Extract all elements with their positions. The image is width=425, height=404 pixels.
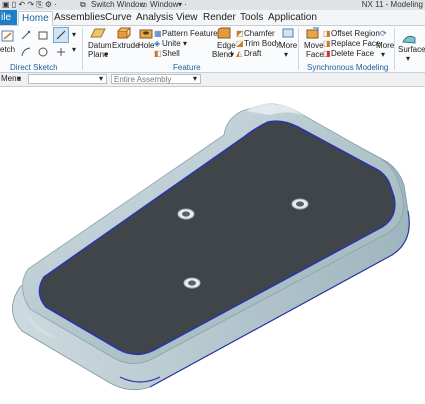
rectangle-tool-icon[interactable] (37, 29, 49, 41)
tab-render[interactable]: Render (203, 11, 236, 25)
shell-icon[interactable]: ◧ (154, 49, 162, 59)
dropdown-arrow-icon[interactable]: ▾ (230, 50, 234, 60)
hole-feature[interactable] (183, 277, 201, 289)
extrude-icon[interactable] (115, 27, 131, 39)
chevron-down-icon[interactable]: ▾ (284, 50, 288, 60)
pattern-feature-icon[interactable]: ▦ (154, 29, 162, 39)
ribbon-tabs: ile Home Assemblies Curve Analysis View … (0, 10, 425, 26)
datum-plane-icon[interactable] (90, 27, 106, 39)
unite-button[interactable]: Unite (162, 39, 181, 49)
divider (394, 28, 395, 70)
offset-region-icon[interactable]: ◨ (323, 29, 331, 39)
tab-assemblies[interactable]: Assemblies (54, 11, 105, 25)
unite-icon[interactable]: ◈ (154, 39, 160, 49)
hole-button[interactable]: Hole (138, 41, 154, 51)
tab-tools[interactable]: Tools (240, 11, 263, 25)
chevron-down-icon[interactable]: ▾ (17, 74, 21, 84)
tab-home[interactable]: Home (18, 11, 53, 26)
extrude-button[interactable]: Extrude (112, 41, 140, 51)
draft-button[interactable]: Draft (244, 49, 261, 59)
delete-face-button[interactable]: Delete Face (331, 49, 374, 59)
group-direct-sketch: Direct Sketch (10, 63, 58, 72)
point-tool-icon[interactable] (55, 46, 67, 58)
line-tool-icon[interactable] (20, 29, 32, 41)
selection-scope-dropdown[interactable]: Entire Assembly (111, 74, 201, 84)
shell-button[interactable]: Shell (162, 49, 180, 59)
surface-icon[interactable] (402, 32, 416, 44)
trim-body-button[interactable]: Trim Body (244, 39, 280, 49)
chevron-down-icon[interactable]: ▾ (183, 39, 187, 49)
chamfer-button[interactable]: Chamfer (244, 29, 275, 39)
switch-window-button[interactable]: Switch Window (91, 0, 145, 10)
more-button[interactable]: More (279, 41, 297, 51)
dropdown-arrow-icon[interactable]: ▾ (72, 30, 76, 40)
switch-window-icon[interactable]: ⧉ (80, 0, 86, 10)
selection-bar: Menu ▾ ▾ Entire Assembly ▾ (0, 73, 425, 87)
divider (82, 28, 83, 70)
circle-tool-icon[interactable] (37, 46, 49, 58)
chevron-down-icon[interactable]: ▾ (99, 74, 103, 84)
window-icon[interactable]: ▭ (140, 0, 148, 10)
window-title: NX 11 - Modeling (361, 0, 423, 9)
refresh-icon[interactable]: ⟳ (380, 29, 387, 39)
window-menu[interactable]: Window (150, 0, 178, 10)
offset-region-button[interactable]: Offset Region (331, 29, 380, 39)
move-face-label-2[interactable]: Face (306, 50, 324, 60)
sketch-button[interactable]: etch (0, 45, 15, 55)
chamfer-icon[interactable]: ◩ (236, 29, 244, 39)
surface-button[interactable]: Surface (398, 45, 425, 55)
chevron-down-icon[interactable]: ▾ (406, 54, 410, 64)
tab-application[interactable]: Application (268, 11, 317, 25)
group-feature: Feature (173, 63, 201, 72)
more-icon[interactable] (282, 27, 294, 39)
move-face-icon[interactable] (306, 27, 320, 39)
polyline-tool-icon (56, 30, 66, 40)
hole-feature[interactable] (177, 208, 195, 220)
delete-face-icon[interactable]: ◨ (323, 49, 331, 59)
tab-view[interactable]: View (176, 11, 198, 25)
tab-curve[interactable]: Curve (105, 11, 132, 25)
chevron-down-icon[interactable]: ▾ · (178, 0, 187, 10)
hole-icon[interactable] (139, 27, 153, 39)
dropdown-arrow-icon[interactable]: ▾ (72, 45, 76, 55)
ribbon: etch ▾ ▾ Direct Sketch Datum Plane ▾ Ext… (0, 26, 425, 73)
sketch-icon[interactable] (1, 29, 15, 43)
divider (298, 28, 299, 70)
graphics-viewport[interactable] (0, 87, 425, 404)
dropdown-arrow-icon[interactable]: ▾ (104, 50, 108, 60)
tab-file[interactable]: ile (0, 10, 17, 25)
more-button-2[interactable]: More (376, 41, 394, 51)
pattern-feature-button[interactable]: Pattern Feature (162, 29, 218, 39)
arc-tool-icon[interactable] (20, 46, 32, 58)
trim-body-icon[interactable]: ◪ (236, 39, 244, 49)
group-synchronous-modeling: Synchronous Modeling (307, 63, 389, 72)
replace-face-icon[interactable]: ◨ (323, 39, 331, 49)
hole-feature[interactable] (291, 198, 309, 210)
type-filter-dropdown[interactable] (28, 74, 107, 84)
chevron-down-icon[interactable]: ▾ (381, 50, 385, 60)
quick-access-icons[interactable]: ▣ ▯ ↶ ↷ ⎘ ⚙ · (2, 0, 57, 10)
replace-face-button[interactable]: Replace Face (331, 39, 380, 49)
tab-analysis[interactable]: Analysis (136, 11, 173, 25)
draft-icon[interactable]: ◭ (236, 49, 242, 59)
chevron-down-icon[interactable]: ▾ (193, 74, 197, 84)
edge-blend-icon[interactable] (217, 27, 231, 39)
